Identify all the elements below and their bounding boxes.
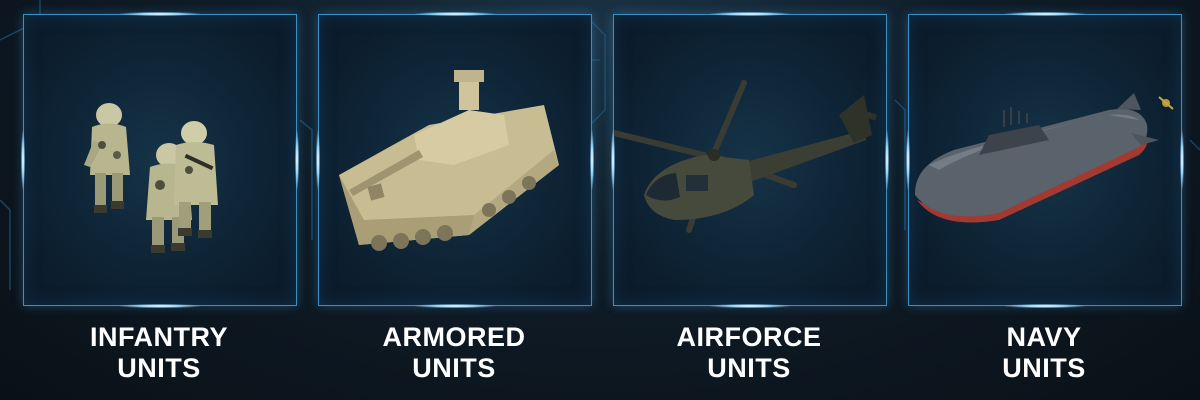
unit-card-airforce[interactable] [611, 12, 889, 308]
unit-label-line1: INFANTRY [90, 322, 228, 352]
unit-label-navy: NAVY UNITS [908, 322, 1180, 384]
helicopter-image [614, 80, 878, 233]
infantry-soldiers-image [84, 103, 218, 253]
unit-label-infantry: INFANTRY UNITS [23, 322, 295, 384]
unit-label-line2: UNITS [117, 353, 201, 383]
unit-label-line1: AIRFORCE [676, 322, 822, 352]
unit-label-line1: NAVY [1006, 322, 1082, 352]
unit-label-armored: ARMORED UNITS [318, 322, 590, 384]
unit-label-airforce: AIRFORCE UNITS [613, 322, 885, 384]
submarine-image [914, 93, 1174, 223]
unit-label-line2: UNITS [412, 353, 496, 383]
unit-card-navy[interactable] [906, 12, 1184, 308]
unit-label-line2: UNITS [1002, 353, 1086, 383]
unit-card-infantry[interactable] [21, 12, 299, 308]
unit-label-line1: ARMORED [382, 322, 526, 352]
unit-label-line2: UNITS [707, 353, 791, 383]
armored-vehicle-image [339, 70, 559, 251]
unit-card-armored[interactable] [316, 12, 594, 308]
